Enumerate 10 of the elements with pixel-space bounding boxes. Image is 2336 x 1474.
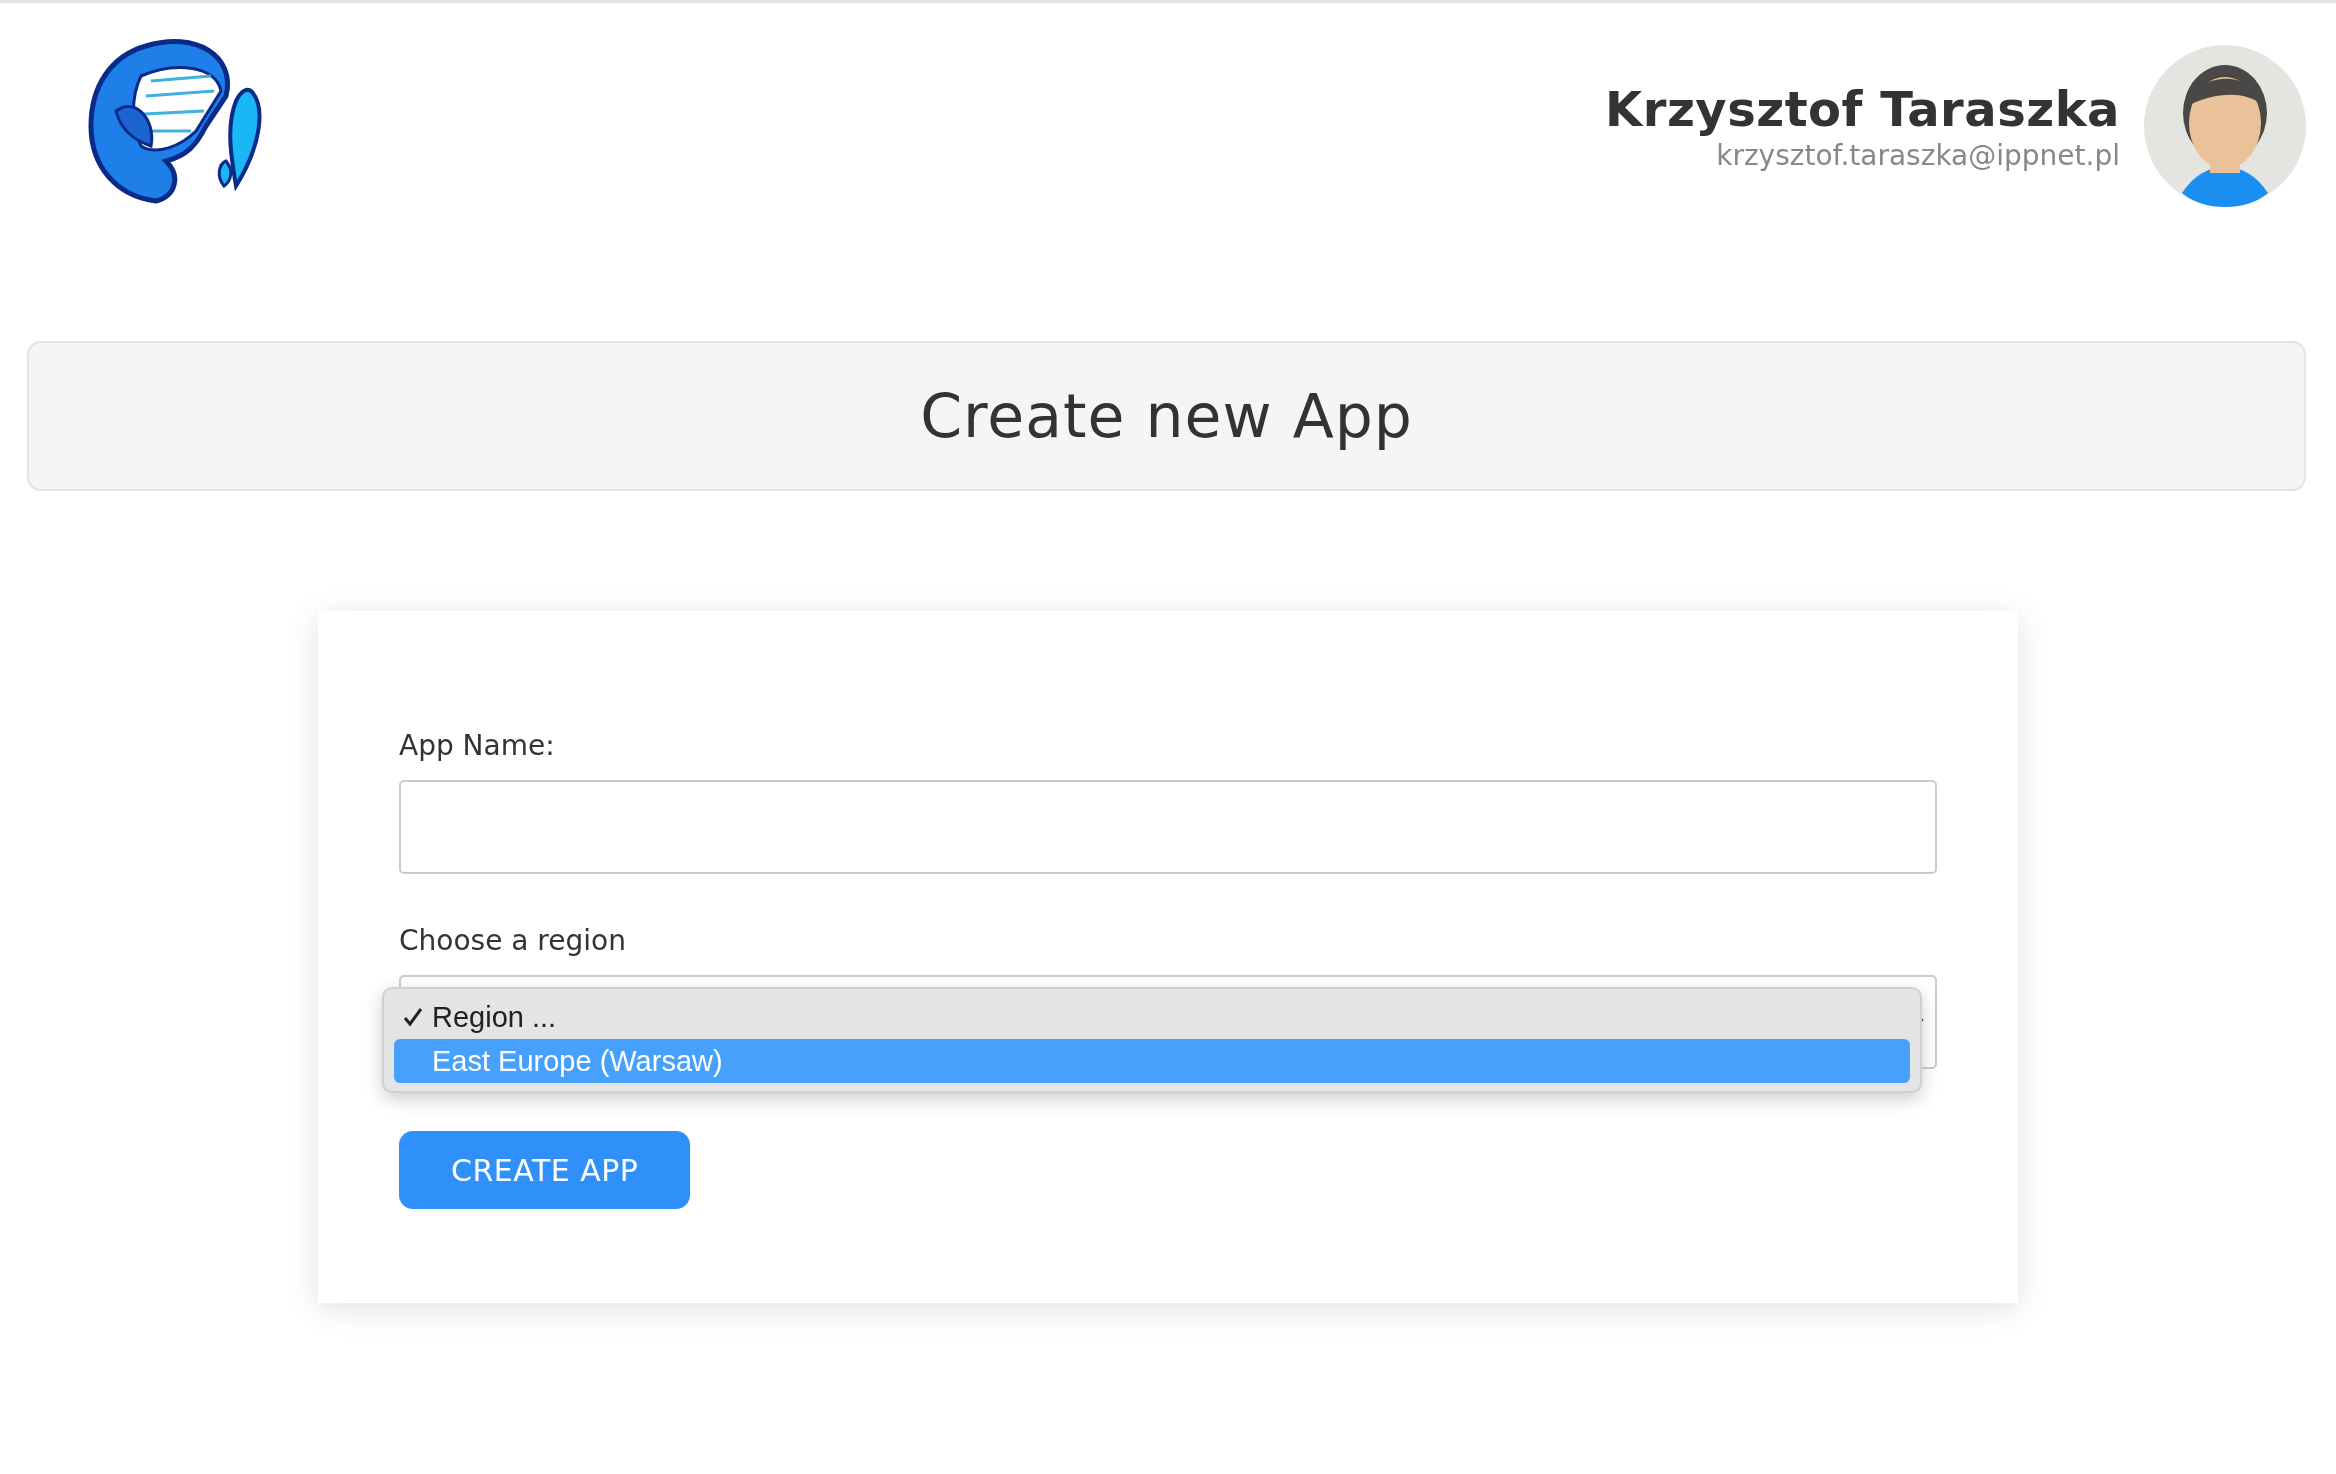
create-app-button[interactable]: CREATE APP <box>399 1131 691 1209</box>
dropdown-option[interactable]: Region ... <box>432 1000 557 1034</box>
app-name-input[interactable] <box>399 780 1937 874</box>
user-name: Krzysztof Taraszka <box>1605 80 2120 137</box>
region-label: Choose a region <box>399 924 626 957</box>
app-name-label: App Name: <box>399 729 555 762</box>
page-title: Create new App <box>920 381 1413 451</box>
avatar-icon <box>2144 45 2306 207</box>
user-email: krzysztof.taraszka@ippnet.pl <box>1716 138 2120 172</box>
dropdown-option[interactable]: East Europe (Warsaw) <box>432 1044 723 1078</box>
